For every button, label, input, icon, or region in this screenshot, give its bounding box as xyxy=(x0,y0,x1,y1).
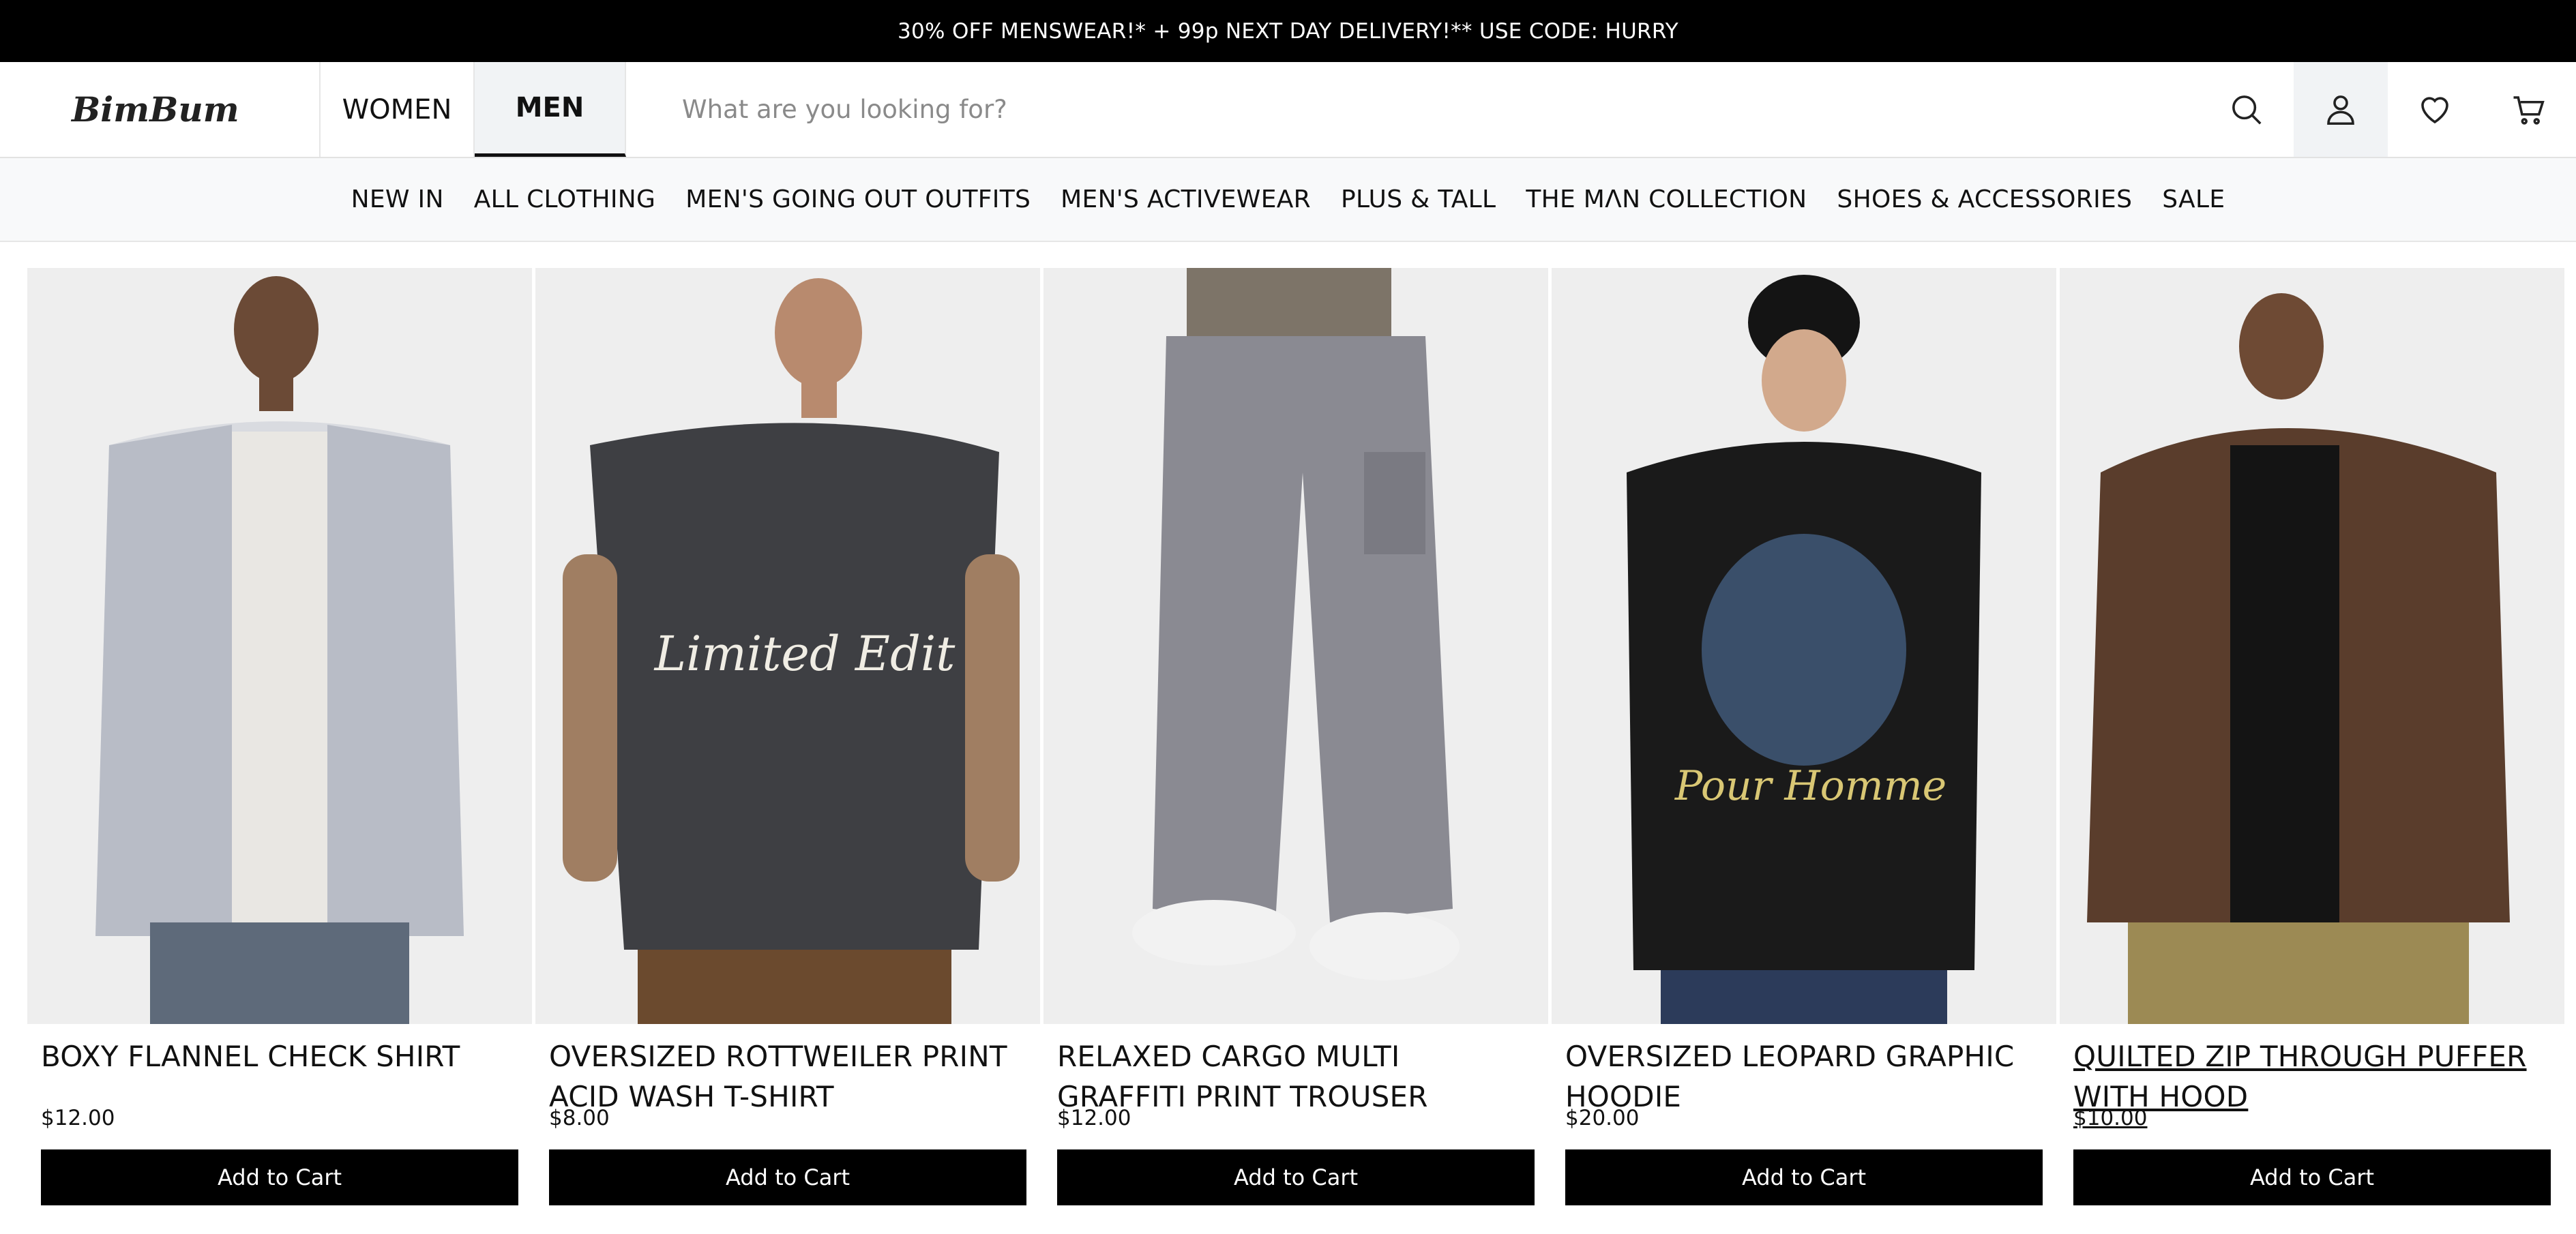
nav-activewear[interactable]: MEN'S ACTIVEWEAR xyxy=(1061,185,1311,213)
product-card: Pour Homme OVERSIZED LEOPARD GRAPHIC HOO… xyxy=(1552,268,2056,1205)
tab-men[interactable]: MEN xyxy=(475,62,626,157)
product-title[interactable]: BOXY FLANNEL CHECK SHIRT xyxy=(41,1036,518,1117)
nav-all-clothing[interactable]: ALL CLOTHING xyxy=(474,185,656,213)
model-in-puffer-jacket-image xyxy=(2087,293,2510,1024)
site-logo[interactable]: BimBum xyxy=(0,62,321,157)
category-nav: NEW IN ALL CLOTHING MEN'S GOING OUT OUTF… xyxy=(0,158,2576,242)
cart-icon xyxy=(2513,95,2545,125)
add-to-cart-button[interactable]: Add to Cart xyxy=(41,1149,518,1205)
svg-text:Limited Edit: Limited Edit xyxy=(653,626,956,682)
product-image[interactable] xyxy=(1043,268,1548,1024)
model-in-cargo-trouser-image xyxy=(1132,268,1460,980)
model-in-graphic-tee-image: Limited Edit xyxy=(563,278,1020,1024)
product-card: RELAXED CARGO MULTI GRAFFITI PRINT TROUS… xyxy=(1043,268,1548,1205)
nav-plus-tall[interactable]: PLUS & TALL xyxy=(1341,185,1496,213)
account-button[interactable] xyxy=(2294,62,2388,157)
add-to-cart-button[interactable]: Add to Cart xyxy=(549,1149,1026,1205)
product-title[interactable]: QUILTED ZIP THROUGH PUFFER WITH HOOD xyxy=(2073,1036,2551,1117)
promo-banner: 30% OFF MENSWEAR!* + 99p NEXT DAY DELIVE… xyxy=(0,0,2576,62)
search-input[interactable] xyxy=(681,94,1502,125)
product-price: $12.00 xyxy=(41,1106,115,1130)
cart-button[interactable] xyxy=(2482,62,2576,157)
site-header: BimBum WOMEN MEN xyxy=(0,62,2576,158)
header-icons xyxy=(2200,62,2576,157)
product-price: $20.00 xyxy=(1565,1106,1640,1130)
tab-women[interactable]: WOMEN xyxy=(321,62,475,157)
search-bar xyxy=(626,62,2200,157)
search-button[interactable] xyxy=(2200,62,2294,157)
nav-new-in[interactable]: NEW IN xyxy=(351,185,444,213)
account-icon xyxy=(2327,95,2354,125)
model-in-hoodie-image: Pour Homme xyxy=(1627,275,1981,1024)
promo-text: 30% OFF MENSWEAR!* + 99p NEXT DAY DELIVE… xyxy=(897,18,1678,44)
product-image[interactable]: Pour Homme xyxy=(1552,268,2056,1024)
wishlist-button[interactable] xyxy=(2388,62,2482,157)
wishlist-icon xyxy=(2421,96,2448,123)
product-price: $10.00 xyxy=(2073,1106,2148,1130)
nav-sale[interactable]: SALE xyxy=(2162,185,2225,213)
product-card: Limited Edit OVERSIZED ROTTWEILER PRINT … xyxy=(535,268,1040,1205)
search-icon xyxy=(2232,95,2262,125)
product-title[interactable]: OVERSIZED LEOPARD GRAPHIC HOODIE xyxy=(1565,1036,2043,1117)
product-card: BOXY FLANNEL CHECK SHIRT $12.00 Add to C… xyxy=(27,268,532,1205)
product-image[interactable] xyxy=(2060,268,2564,1024)
nav-man-collection[interactable]: THE MΛN COLLECTION xyxy=(1526,185,1807,213)
product-image[interactable]: Limited Edit xyxy=(535,268,1040,1024)
product-title[interactable]: OVERSIZED ROTTWEILER PRINT ACID WASH T-S… xyxy=(549,1036,1026,1117)
product-title[interactable]: RELAXED CARGO MULTI GRAFFITI PRINT TROUS… xyxy=(1057,1036,1535,1117)
product-image[interactable] xyxy=(27,268,532,1024)
svg-text:Pour Homme: Pour Homme xyxy=(1674,762,1946,810)
add-to-cart-button[interactable]: Add to Cart xyxy=(1565,1149,2043,1205)
product-card: QUILTED ZIP THROUGH PUFFER WITH HOOD $10… xyxy=(2060,268,2564,1205)
product-grid: BOXY FLANNEL CHECK SHIRT $12.00 Add to C… xyxy=(27,268,2564,1205)
add-to-cart-button[interactable]: Add to Cart xyxy=(1057,1149,1535,1205)
model-in-check-shirt-image xyxy=(95,276,464,1024)
nav-going-out-outfits[interactable]: MEN'S GOING OUT OUTFITS xyxy=(685,185,1031,213)
nav-shoes-accessories[interactable]: SHOES & ACCESSORIES xyxy=(1837,185,2132,213)
add-to-cart-button[interactable]: Add to Cart xyxy=(2073,1149,2551,1205)
